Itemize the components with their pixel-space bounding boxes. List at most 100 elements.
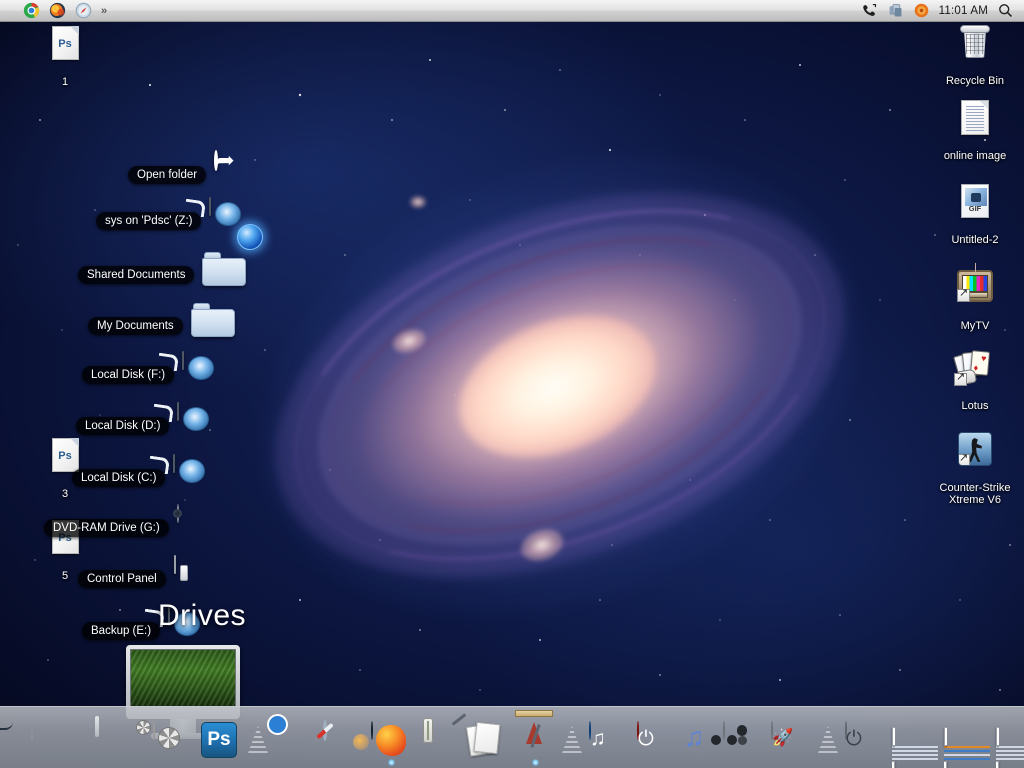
optical-disc-icon <box>176 504 223 551</box>
satellite-galaxy-bottom <box>516 523 568 567</box>
itunes-icon <box>589 721 629 762</box>
control-panel-icon <box>173 555 220 602</box>
notes-icon <box>451 713 507 762</box>
dock-vlc-player[interactable] <box>711 716 765 762</box>
folder-icon <box>190 303 237 349</box>
shortcut-arrow-icon <box>959 452 970 465</box>
open-folder-arrow-icon <box>214 150 260 198</box>
stack-item-local-disk-c[interactable]: Local Disk (C:) <box>72 454 219 501</box>
shortcut-arrow-icon <box>957 287 970 302</box>
calculator-icon <box>423 718 455 762</box>
gif-file-icon: GIF <box>951 184 999 230</box>
dock: Ps <box>0 706 1024 768</box>
window-thumbnail-icon <box>892 727 938 768</box>
finder-icon <box>0 722 23 762</box>
menu-clock[interactable]: 11:01 AM <box>939 5 988 17</box>
dock-photoshop[interactable]: Ps <box>199 716 243 762</box>
xcode-icon <box>515 710 555 762</box>
dock-shutdown[interactable] <box>635 716 679 762</box>
dock-system-preferences[interactable] <box>136 716 195 762</box>
stack-item-network-drive-z[interactable]: sys on 'Pdsc' (Z:) <box>96 197 264 250</box>
stack-item-open-folder[interactable]: Open folder <box>128 150 260 198</box>
spotlight-search-icon[interactable] <box>997 2 1014 19</box>
bluetooth-files-icon[interactable] <box>887 2 904 19</box>
stack-item-dvd-ram-drive-g[interactable]: DVD-RAM Drive (G:) <box>44 504 223 551</box>
stack-item-label: DVD-RAM Drive (G:) <box>44 519 169 537</box>
stack-item-label: Shared Documents <box>78 266 195 284</box>
menu-overflow-chevron[interactable]: » <box>101 5 107 17</box>
recycle-bin[interactable]: Recycle Bin <box>932 22 1018 87</box>
imac-screen <box>130 649 236 707</box>
firefox-menu-icon[interactable] <box>49 2 66 19</box>
dock-minimized-window-1[interactable] <box>891 716 939 768</box>
untitled-2-gif[interactable]: GIF Untitled-2 <box>932 184 1018 246</box>
counter-strike-shortcut[interactable]: Counter-Strike Xtreme V6 <box>932 428 1018 506</box>
dock-itunes[interactable] <box>587 716 631 762</box>
stack-item-shared-documents[interactable]: Shared Documents <box>78 252 248 298</box>
chrome-menu-icon[interactable] <box>23 2 40 19</box>
skype-call-icon[interactable] <box>861 2 878 19</box>
firefox-icon <box>353 721 411 762</box>
dock-minimized-window-2[interactable] <box>943 716 991 768</box>
window-thumbnail-icon <box>996 727 1024 768</box>
dock-google-chrome[interactable] <box>273 716 317 762</box>
power-button-icon <box>637 721 677 762</box>
stack-item-local-disk-d[interactable]: Local Disk (D:) <box>76 402 223 449</box>
network-globe-icon <box>237 224 264 250</box>
dock-separator-3 <box>817 726 839 756</box>
notification-icon[interactable] <box>913 2 930 19</box>
playing-cards-icon <box>951 350 999 396</box>
document-icon <box>951 100 999 146</box>
photoshop-icon: Ps <box>201 722 241 762</box>
dock-xcode[interactable] <box>513 710 557 766</box>
dock-launchpad[interactable] <box>769 716 813 762</box>
dock-separator-1 <box>247 726 269 756</box>
satellite-galaxy-left <box>389 324 429 358</box>
rocket-icon <box>771 721 811 762</box>
stack-item-my-documents[interactable]: My Documents <box>88 303 237 349</box>
dock-imac-display[interactable] <box>91 710 147 762</box>
trash-icon <box>951 25 999 71</box>
folder-icon <box>202 252 248 298</box>
satellite-galaxy-top <box>410 196 426 208</box>
icon-label: MyTV <box>960 320 990 332</box>
dock-desktop-grass[interactable] <box>29 716 87 762</box>
shortcut-arrow-icon <box>954 371 967 386</box>
gear-icon <box>136 720 193 762</box>
desktop-preview-icon <box>31 721 85 762</box>
film-reel-icon <box>711 721 763 762</box>
mytv-shortcut[interactable]: MyTV <box>932 263 1018 332</box>
safari-menu-icon[interactable] <box>75 2 92 19</box>
dock-firefox[interactable] <box>353 716 413 766</box>
hard-drive-icon <box>152 402 223 449</box>
stack-item-label: Control Panel <box>78 570 166 588</box>
lotus-shortcut[interactable]: Lotus <box>932 346 1018 412</box>
stack-item-local-disk-f[interactable]: Local Disk (F:) <box>82 351 228 398</box>
icon-label: Counter-Strike Xtreme V6 <box>939 482 1011 506</box>
window-thumbnail-icon <box>944 727 990 768</box>
dock-minimized-window-3[interactable] <box>995 716 1024 768</box>
dock-separator-2 <box>561 726 583 756</box>
dock-textedit[interactable] <box>451 713 509 762</box>
dock-finder[interactable] <box>0 716 25 762</box>
stack-item-label: My Documents <box>88 317 183 335</box>
online-image-file[interactable]: online image <box>932 100 1018 162</box>
dock-standby[interactable] <box>843 716 887 762</box>
icon-label: Untitled-2 <box>951 234 999 246</box>
icon-label: Lotus <box>961 400 989 412</box>
icon-label: Recycle Bin <box>945 75 1005 87</box>
icon-label: online image <box>943 150 1007 162</box>
hard-drive-icon <box>157 351 228 398</box>
standby-power-icon <box>845 721 885 762</box>
menu-bar: » 11:01 AM <box>0 0 1024 22</box>
stack-title: Drives <box>158 599 247 632</box>
stack-item-label: Open folder <box>128 166 207 184</box>
chrome-icon <box>275 722 315 762</box>
network-drive-icon <box>184 197 264 250</box>
stack-item-control-panel[interactable]: Control Panel <box>78 555 220 602</box>
hard-drive-icon <box>148 454 219 501</box>
drives-fan-stack: Open folder sys on 'Pdsc' (Z:) Shared Do… <box>0 0 330 660</box>
tv-icon <box>951 263 999 316</box>
counter-strike-icon <box>951 432 999 478</box>
desktop-screen: » 11:01 AM Ps 1 Ps 3 Ps 5 Recycle Bin on… <box>0 0 1024 768</box>
